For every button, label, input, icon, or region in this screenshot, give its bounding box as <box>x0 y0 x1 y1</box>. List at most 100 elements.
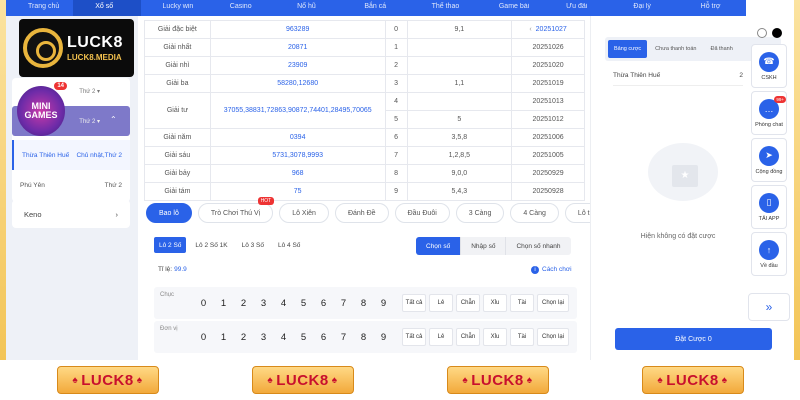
digit-stats: 5 <box>406 110 513 129</box>
digit-button[interactable]: 8 <box>356 328 371 346</box>
digit-stats: 9,0,0 <box>406 164 513 183</box>
mode-pick-numbers[interactable]: Chọn số <box>416 237 461 255</box>
digit-button[interactable]: 2 <box>236 294 251 312</box>
draw-date[interactable]: 20251006 <box>511 128 585 147</box>
digit-button[interactable]: 4 <box>276 294 291 312</box>
tab-3-cang[interactable]: 3 Càng <box>455 203 505 223</box>
tab-bao-lo[interactable]: Bao lô <box>146 203 192 223</box>
province-list: Thừa Thiên Huế Chủ nhật,Thứ 2 Phú Yên Th… <box>12 140 130 202</box>
select-big-button[interactable]: Tài <box>510 294 534 312</box>
reset-selection-button[interactable]: Chọn lại <box>537 294 569 312</box>
prize-name: Giải sáu <box>144 146 211 165</box>
select-odd-button[interactable]: Lẻ <box>429 328 453 346</box>
draw-date[interactable]: 20251005 <box>511 146 585 165</box>
tab-paid[interactable]: Đã thanh <box>704 40 738 58</box>
dark-theme-dot[interactable] <box>771 28 782 38</box>
info-icon: i <box>531 266 539 274</box>
tab-4-cang[interactable]: 4 Càng <box>510 203 559 223</box>
mode-enter-numbers[interactable]: Nhập số <box>460 237 506 255</box>
digit-button[interactable]: 1 <box>216 328 231 346</box>
tab-lo-2-so-1k[interactable]: Lô 2 Số 1K <box>190 237 232 253</box>
digit-button[interactable]: 6 <box>316 328 331 346</box>
badge-text: LUCK8 <box>81 371 134 389</box>
nav-lottery[interactable]: Xổ số <box>73 0 141 16</box>
tab-lo-4-so[interactable]: Lô 4 Số <box>273 237 305 253</box>
nav-casino[interactable]: Casino <box>208 0 275 16</box>
digit-button[interactable]: 8 <box>356 294 371 312</box>
community-button[interactable]: ➤ Cộng đồng <box>751 138 787 182</box>
draw-date[interactable]: 20251013 <box>511 92 585 111</box>
digit-button[interactable]: 4 <box>276 328 291 346</box>
digit-button[interactable]: 2 <box>236 328 251 346</box>
tab-tro-choi-thu-vi[interactable]: Trò Chơi Thú Vị HOT <box>197 197 275 223</box>
prize-value: 5731,3078,9993 <box>209 146 386 165</box>
keno-menu[interactable]: Keno › <box>12 200 130 228</box>
nav-home[interactable]: Trang chủ <box>6 0 73 16</box>
digit-stats: 3,5,8 <box>406 128 513 147</box>
province-name: Phú Yên <box>20 181 45 189</box>
select-even-button[interactable]: Chẵn <box>456 328 480 346</box>
mode-quick-pick[interactable]: Chọn số nhanh <box>505 237 571 255</box>
minigames-button[interactable]: MINI GAMES 14 <box>17 82 67 136</box>
province-thua-thien-hue[interactable]: Thừa Thiên Huế Chủ nhật,Thứ 2 <box>12 140 130 170</box>
tab-unpaid[interactable]: Chưa thanh toán <box>649 40 702 58</box>
digit-button[interactable]: 9 <box>376 328 391 346</box>
nav-promotions[interactable]: Ưu đãi <box>544 0 611 16</box>
draw-date[interactable]: 20250928 <box>511 182 585 201</box>
tab-lo-2-so[interactable]: Lô 2 Số <box>154 237 187 253</box>
digit-button[interactable]: 7 <box>336 294 351 312</box>
support-button[interactable]: ☎ CSKH <box>751 44 787 88</box>
tab-lo-xien[interactable]: Lô Xiên <box>279 203 329 223</box>
draw-date[interactable]: 20251019 <box>511 74 585 93</box>
select-all-button[interactable]: Tất cả <box>402 294 426 312</box>
place-bet-button[interactable]: Đặt Cược 0 <box>615 328 772 350</box>
how-to-play-link[interactable]: i Cách chơi <box>531 266 572 274</box>
draw-date[interactable]: 20251012 <box>511 110 585 129</box>
province-phu-yen[interactable]: Phú Yên Thứ 2 <box>12 170 130 200</box>
select-small-button[interactable]: Xỉu <box>483 294 507 312</box>
digit-index: 6 <box>384 128 408 147</box>
draw-date[interactable]: 20251026 <box>511 38 585 57</box>
nav-fishing[interactable]: Bắn cá <box>342 0 409 16</box>
nav-slots[interactable]: Nổ hũ <box>275 0 342 16</box>
select-small-button[interactable]: Xỉu <box>483 328 507 346</box>
tab-dau-duoi[interactable]: Đầu Đuôi <box>394 203 450 223</box>
nav-support[interactable]: Hỗ trợ <box>679 0 746 16</box>
digit-index: 4 <box>384 92 408 111</box>
tab-bet-slip[interactable]: Bảng cược <box>608 40 648 58</box>
prize-name: Giải ba <box>144 74 211 93</box>
draw-date[interactable]: ‹ 20251027 <box>511 20 585 39</box>
digit-button[interactable]: 5 <box>296 328 311 346</box>
select-big-button[interactable]: Tài <box>510 328 534 346</box>
nav-agent[interactable]: Đại lý <box>611 0 678 16</box>
tab-danh-de[interactable]: Đánh Đề <box>334 203 389 223</box>
digit-button[interactable]: 5 <box>296 294 311 312</box>
table-row: Giải sáu 5731,3078,9993 7 1,2,8,5 202510… <box>144 146 585 165</box>
collapse-sidebar-button[interactable]: » <box>748 293 790 321</box>
select-odd-button[interactable]: Lẻ <box>429 294 453 312</box>
chevron-left-icon: ‹ <box>529 26 532 33</box>
tab-lo-3-so[interactable]: Lô 3 Số <box>237 237 269 253</box>
digit-button[interactable]: 1 <box>216 294 231 312</box>
digit-button[interactable]: 9 <box>376 294 391 312</box>
digit-button[interactable]: 3 <box>256 294 271 312</box>
reset-selection-button[interactable]: Chọn lại <box>537 328 569 346</box>
digit-button[interactable]: 0 <box>196 328 211 346</box>
right-gold-frame <box>794 0 800 400</box>
back-to-top-button[interactable]: ↑ Về đầu <box>751 232 787 276</box>
digit-stats <box>406 92 513 111</box>
select-even-button[interactable]: Chẵn <box>456 294 480 312</box>
download-app-button[interactable]: ▯ TẢI APP <box>751 185 787 229</box>
chat-room-button[interactable]: … Phòng chat 99+ <box>751 91 787 135</box>
nav-luckywin[interactable]: Lucky win <box>141 0 208 16</box>
digit-button[interactable]: 3 <box>256 328 271 346</box>
nav-sports[interactable]: Thể thao <box>410 0 477 16</box>
nav-card-games[interactable]: Game bài <box>477 0 544 16</box>
select-all-button[interactable]: Tất cả <box>402 328 426 346</box>
light-theme-dot[interactable] <box>756 28 767 38</box>
digit-button[interactable]: 0 <box>196 294 211 312</box>
draw-date[interactable]: 20250929 <box>511 164 585 183</box>
digit-button[interactable]: 7 <box>336 328 351 346</box>
draw-date[interactable]: 20251020 <box>511 56 585 75</box>
digit-button[interactable]: 6 <box>316 294 331 312</box>
